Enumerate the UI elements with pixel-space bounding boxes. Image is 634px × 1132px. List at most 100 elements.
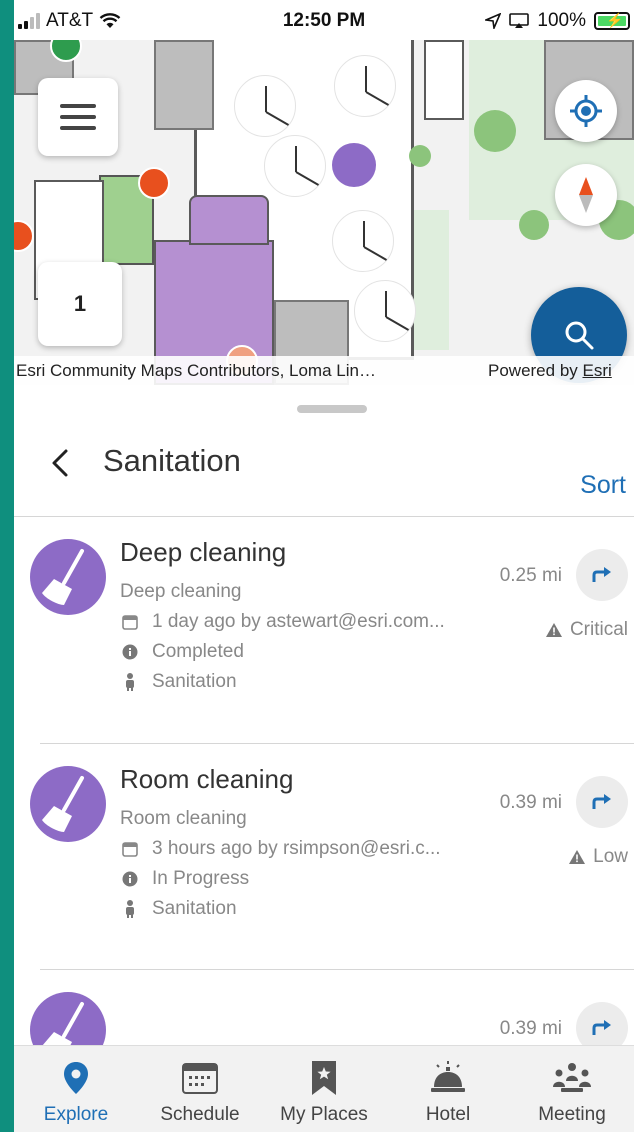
list-item[interactable]: 0.39 mi xyxy=(14,972,634,1045)
item-priority: Critical xyxy=(545,619,628,641)
menu-button[interactable] xyxy=(38,78,118,156)
locate-me-button[interactable] xyxy=(555,80,617,142)
map-room xyxy=(154,40,214,130)
map-marker[interactable] xyxy=(138,167,170,199)
map-table xyxy=(234,75,296,137)
powered-by: Powered by Esri xyxy=(488,361,612,381)
info-icon xyxy=(120,644,140,660)
info-icon xyxy=(120,871,140,887)
screen-mirroring-icon xyxy=(509,13,530,28)
directions-arrow-icon xyxy=(592,567,611,582)
person-icon xyxy=(120,673,140,691)
divider xyxy=(40,743,634,744)
tab-bar: Explore Schedule My Places Hotel Meeting xyxy=(14,1045,634,1132)
divider xyxy=(14,516,634,517)
item-title: Deep cleaning xyxy=(120,537,287,567)
broom-icon xyxy=(30,539,106,615)
sort-button[interactable]: Sort xyxy=(580,471,626,500)
item-status-row: In Progress xyxy=(120,868,249,890)
tab-label: Hotel xyxy=(425,1104,471,1125)
warning-icon xyxy=(545,623,562,637)
person-icon xyxy=(120,900,140,918)
item-priority: Low xyxy=(569,846,628,868)
broom-icon xyxy=(30,766,106,842)
search-icon xyxy=(565,321,594,350)
tab-explore[interactable]: Explore xyxy=(14,1046,138,1132)
map-view[interactable]: 1 Esri Community Maps Contributors, Loma… xyxy=(14,40,634,385)
app-frame: AT&T 12:50 PM 100% ⚡ 1 Esri Community Ma… xyxy=(14,0,634,1132)
item-status: Completed xyxy=(152,641,244,662)
tab-label: Schedule xyxy=(160,1104,240,1125)
map-table xyxy=(354,280,416,342)
item-updated: 3 hours ago by rsimpson@esri.c... xyxy=(152,838,441,859)
warning-icon xyxy=(569,850,586,864)
drag-handle[interactable] xyxy=(297,405,367,413)
back-chevron-icon[interactable] xyxy=(48,443,72,483)
directions-arrow-icon xyxy=(592,794,611,809)
compass-button[interactable] xyxy=(555,164,617,226)
item-category-row: Sanitation xyxy=(120,898,237,920)
map-room-highlight xyxy=(189,195,269,245)
calendar-icon xyxy=(182,1063,218,1094)
floor-label: 1 xyxy=(73,291,87,316)
item-category-row: Sanitation xyxy=(120,671,237,693)
map-attribution: Esri Community Maps Contributors, Loma L… xyxy=(14,356,634,385)
crosshair-icon xyxy=(570,95,602,127)
battery-percent: 100% xyxy=(537,10,586,31)
status-right: 100% ⚡ xyxy=(485,10,630,32)
tab-hotel[interactable]: Hotel xyxy=(386,1046,510,1132)
map-room xyxy=(424,40,464,120)
tab-my-places[interactable]: My Places xyxy=(262,1046,386,1132)
item-updated: 1 day ago by astewart@esri.com... xyxy=(152,611,445,632)
broom-icon xyxy=(30,992,106,1045)
floor-selector-button[interactable]: 1 xyxy=(38,262,122,346)
tab-meeting[interactable]: Meeting xyxy=(510,1046,634,1132)
item-subtitle: Deep cleaning xyxy=(120,581,242,602)
map-marker[interactable] xyxy=(14,220,34,252)
meeting-people-icon xyxy=(553,1063,591,1092)
item-title: Room cleaning xyxy=(120,764,294,794)
tab-label: Meeting xyxy=(538,1104,606,1125)
item-distance: 0.25 mi xyxy=(499,565,562,586)
results-panel: Sanitation Sort Deep cleaning Deep clean… xyxy=(14,385,634,1045)
calendar-icon xyxy=(120,841,140,857)
calendar-icon xyxy=(120,614,140,630)
directions-arrow-icon xyxy=(592,1020,611,1035)
tab-label: Explore xyxy=(43,1104,109,1125)
map-table xyxy=(332,210,394,272)
list-item[interactable]: Room cleaning Room cleaning 3 hours ago … xyxy=(14,746,634,966)
location-arrow-icon xyxy=(485,13,502,29)
bookmark-icon xyxy=(312,1061,336,1095)
esri-link[interactable]: Esri xyxy=(583,361,612,380)
item-category: Sanitation xyxy=(152,671,237,692)
compass-icon xyxy=(579,177,593,213)
item-distance: 0.39 mi xyxy=(499,792,562,813)
item-subtitle: Room cleaning xyxy=(120,808,247,829)
directions-button[interactable] xyxy=(576,776,628,828)
battery-icon: ⚡ xyxy=(594,12,630,30)
item-status-row: Completed xyxy=(120,641,244,663)
divider xyxy=(40,969,634,970)
tab-schedule[interactable]: Schedule xyxy=(138,1046,262,1132)
item-category: Sanitation xyxy=(152,898,237,919)
item-priority-label: Low xyxy=(593,846,628,867)
map-table xyxy=(264,135,326,197)
directions-button[interactable] xyxy=(576,549,628,601)
item-priority-label: Critical xyxy=(569,619,628,640)
map-table xyxy=(334,55,396,117)
hamburger-menu-icon xyxy=(60,104,96,130)
tab-label: My Places xyxy=(280,1104,368,1125)
panel-title: Sanitation xyxy=(103,443,241,478)
directions-button[interactable] xyxy=(576,1002,628,1045)
location-pin-icon xyxy=(64,1062,88,1094)
status-bar: AT&T 12:50 PM 100% ⚡ xyxy=(14,0,634,40)
item-status: In Progress xyxy=(152,868,250,889)
list-item[interactable]: Deep cleaning Deep cleaning 1 day ago by… xyxy=(14,519,634,739)
powered-by-label: Powered by xyxy=(488,361,583,380)
item-updated-row: 1 day ago by astewart@esri.com... xyxy=(120,611,445,633)
item-updated-row: 3 hours ago by rsimpson@esri.c... xyxy=(120,838,441,860)
attribution-text: Esri Community Maps Contributors, Loma L… xyxy=(16,361,376,380)
item-distance: 0.39 mi xyxy=(499,1018,562,1039)
sanitation-map-marker[interactable] xyxy=(332,143,376,187)
service-bell-icon xyxy=(431,1061,465,1092)
